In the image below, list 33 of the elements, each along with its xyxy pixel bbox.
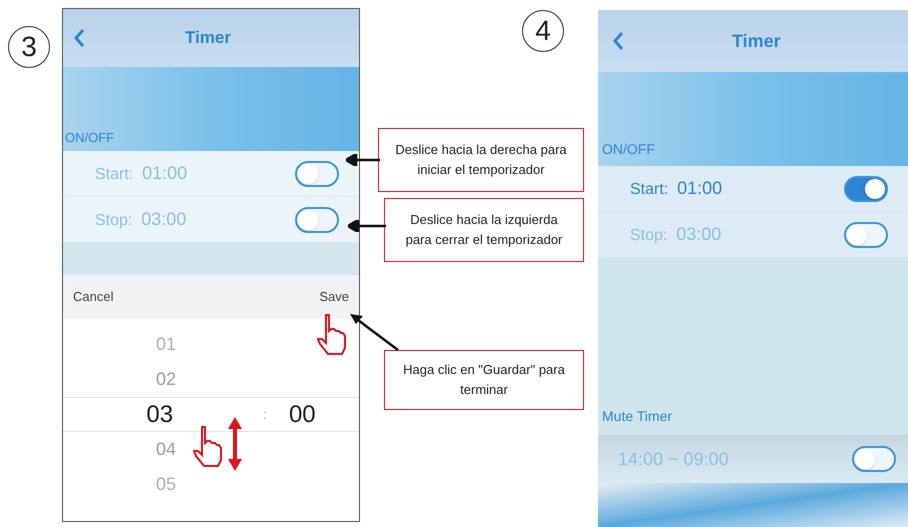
back-icon[interactable] [73, 28, 85, 48]
step-number: 3 [8, 26, 50, 68]
callout-box: Haga clic en "Guardar" para terminar [384, 350, 584, 410]
step-number: 4 [522, 10, 564, 52]
cancel-button[interactable]: Cancel [73, 287, 114, 307]
timer-label: Stop: 03:00 [630, 223, 722, 246]
toggle-switch[interactable] [852, 446, 896, 472]
back-icon[interactable] [612, 31, 624, 51]
timer-label: 14:00 ~ 09:00 [618, 448, 729, 470]
toggle-switch[interactable] [295, 206, 339, 232]
screen-title: Timer [732, 30, 781, 52]
leader-arrow [346, 154, 380, 166]
pointing-hand-icon [193, 425, 225, 469]
up-down-arrow-icon [227, 417, 243, 471]
timer-label: Start: 01:00 [95, 162, 188, 185]
section-label: ON/OFF [601, 140, 655, 159]
minute-option[interactable]: 00 [288, 396, 316, 432]
callout-box: Deslice hacia la izquierda para cerrar el temporizador [384, 198, 584, 262]
toggle-switch[interactable] [844, 176, 888, 202]
toggle-switch[interactable] [844, 222, 888, 248]
toggle-switch[interactable] [295, 160, 339, 186]
save-button[interactable]: Save [319, 287, 349, 307]
leader-arrow [348, 220, 386, 232]
screen-title: Timer [185, 27, 231, 50]
pointing-hand-icon [317, 313, 349, 357]
callout-box: Deslice hacia la derecha para iniciar el temporizador [378, 128, 584, 192]
section-label: Mute Timer [601, 407, 674, 426]
timer-label: Start: 01:00 [630, 177, 722, 200]
timer-label: Stop: 03:00 [95, 208, 186, 231]
time-separator: : [263, 405, 267, 424]
hour-option[interactable]: 03 [146, 396, 174, 432]
leader-arrow [350, 314, 400, 352]
section-label: ON/OFF [64, 128, 114, 146]
